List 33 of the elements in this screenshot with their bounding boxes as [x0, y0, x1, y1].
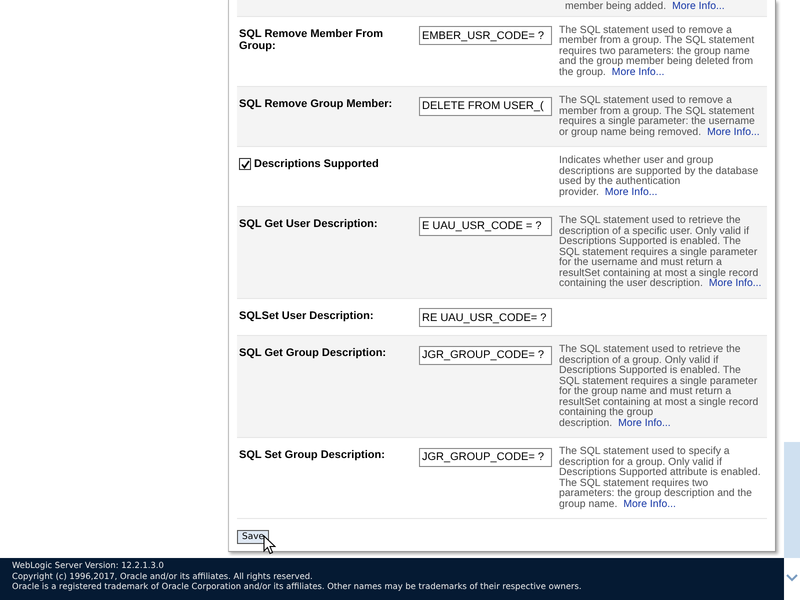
field-label: SQL Set Group Description:	[239, 448, 385, 461]
field-label: SQLSet User Description:	[239, 308, 374, 322]
input-field[interactable]: DELETE FROM USER_(	[419, 96, 552, 116]
more-info-link[interactable]: More Info...	[708, 278, 762, 289]
field-label: SQL Get Group Description:	[239, 346, 386, 359]
more-info-link[interactable]: More Info...	[604, 186, 658, 198]
field-label: SQL Remove Member From Group:	[239, 26, 384, 52]
cursor-icon	[263, 535, 277, 555]
input-field[interactable]: RE UAU_USR_CODE= ?	[419, 308, 552, 327]
field-description: The SQL statement used to retrieve the description of a group. Only valid if Descriptions Supported is enabled. The SQL statement requires a single parameter for the group name and must return a resultSet containing at most a single record containing the group description. More Info...	[559, 345, 760, 429]
input-field[interactable]: JGR_GROUP_CODE= ?	[419, 448, 552, 466]
field-description: The SQL statement used to specify a description for a group. Only valid if Descriptions Supported attribute is enabled. The SQL statement requires two parameters: the group description and the group name. More Info...	[559, 447, 762, 510]
more-info-link[interactable]: More Info...	[618, 418, 671, 428]
footer-text: WebLogic Server Version: 12.2.1.3.0	[12, 560, 165, 570]
footer-text: Copyright (c) 1996,2017, Oracle and/or its affiliates. All rights reserved.	[12, 570, 314, 581]
field-description: The SQL statement used to remove a member from a group. The SQL statement requires a single parameter: the username or group name being removed. More Info...	[559, 96, 761, 138]
field-label: Descriptions Supported	[254, 157, 379, 170]
input-field[interactable]: E UAU_USR_CODE = ?	[419, 216, 552, 236]
footer-text: Oracle is a registered trademark of Oracle Corporation and/or its affiliates. Other names may be trademarks of their respective owners.	[12, 581, 582, 592]
input-field[interactable]: EMBER_USR_CODE= ?	[419, 26, 552, 45]
field-label: SQL Remove Group Member:	[239, 97, 392, 110]
more-info-link[interactable]: More Info...	[672, 1, 725, 12]
field-description: member being added. More Info...	[565, 2, 726, 12]
field-label: SQL Get User Description:	[239, 217, 378, 230]
input-field[interactable]: JGR_GROUP_CODE= ?	[419, 346, 552, 364]
more-info-link[interactable]: More Info...	[623, 498, 676, 510]
more-info-link[interactable]: More Info...	[707, 126, 760, 138]
field-description: The SQL statement used to remove a member from a group. The SQL statement requires two parameters: the group name and the group member being deleted from the group. More Info...	[559, 26, 756, 78]
checkbox[interactable]	[239, 158, 251, 170]
field-description: The SQL statement used to retrieve the description of a specific user. Only valid if Descriptions Supported is enabled. The SQL statement requires a single parameter for the username and must return a resultSet containing at most a single record containing the user description. More Info...	[559, 216, 762, 290]
more-info-link[interactable]: More Info...	[612, 66, 664, 78]
field-description: Indicates whether user and group descriptions are supported by the database used by the authentication provider. More Info...	[559, 156, 760, 198]
scrollbar[interactable]	[784, 442, 800, 558]
